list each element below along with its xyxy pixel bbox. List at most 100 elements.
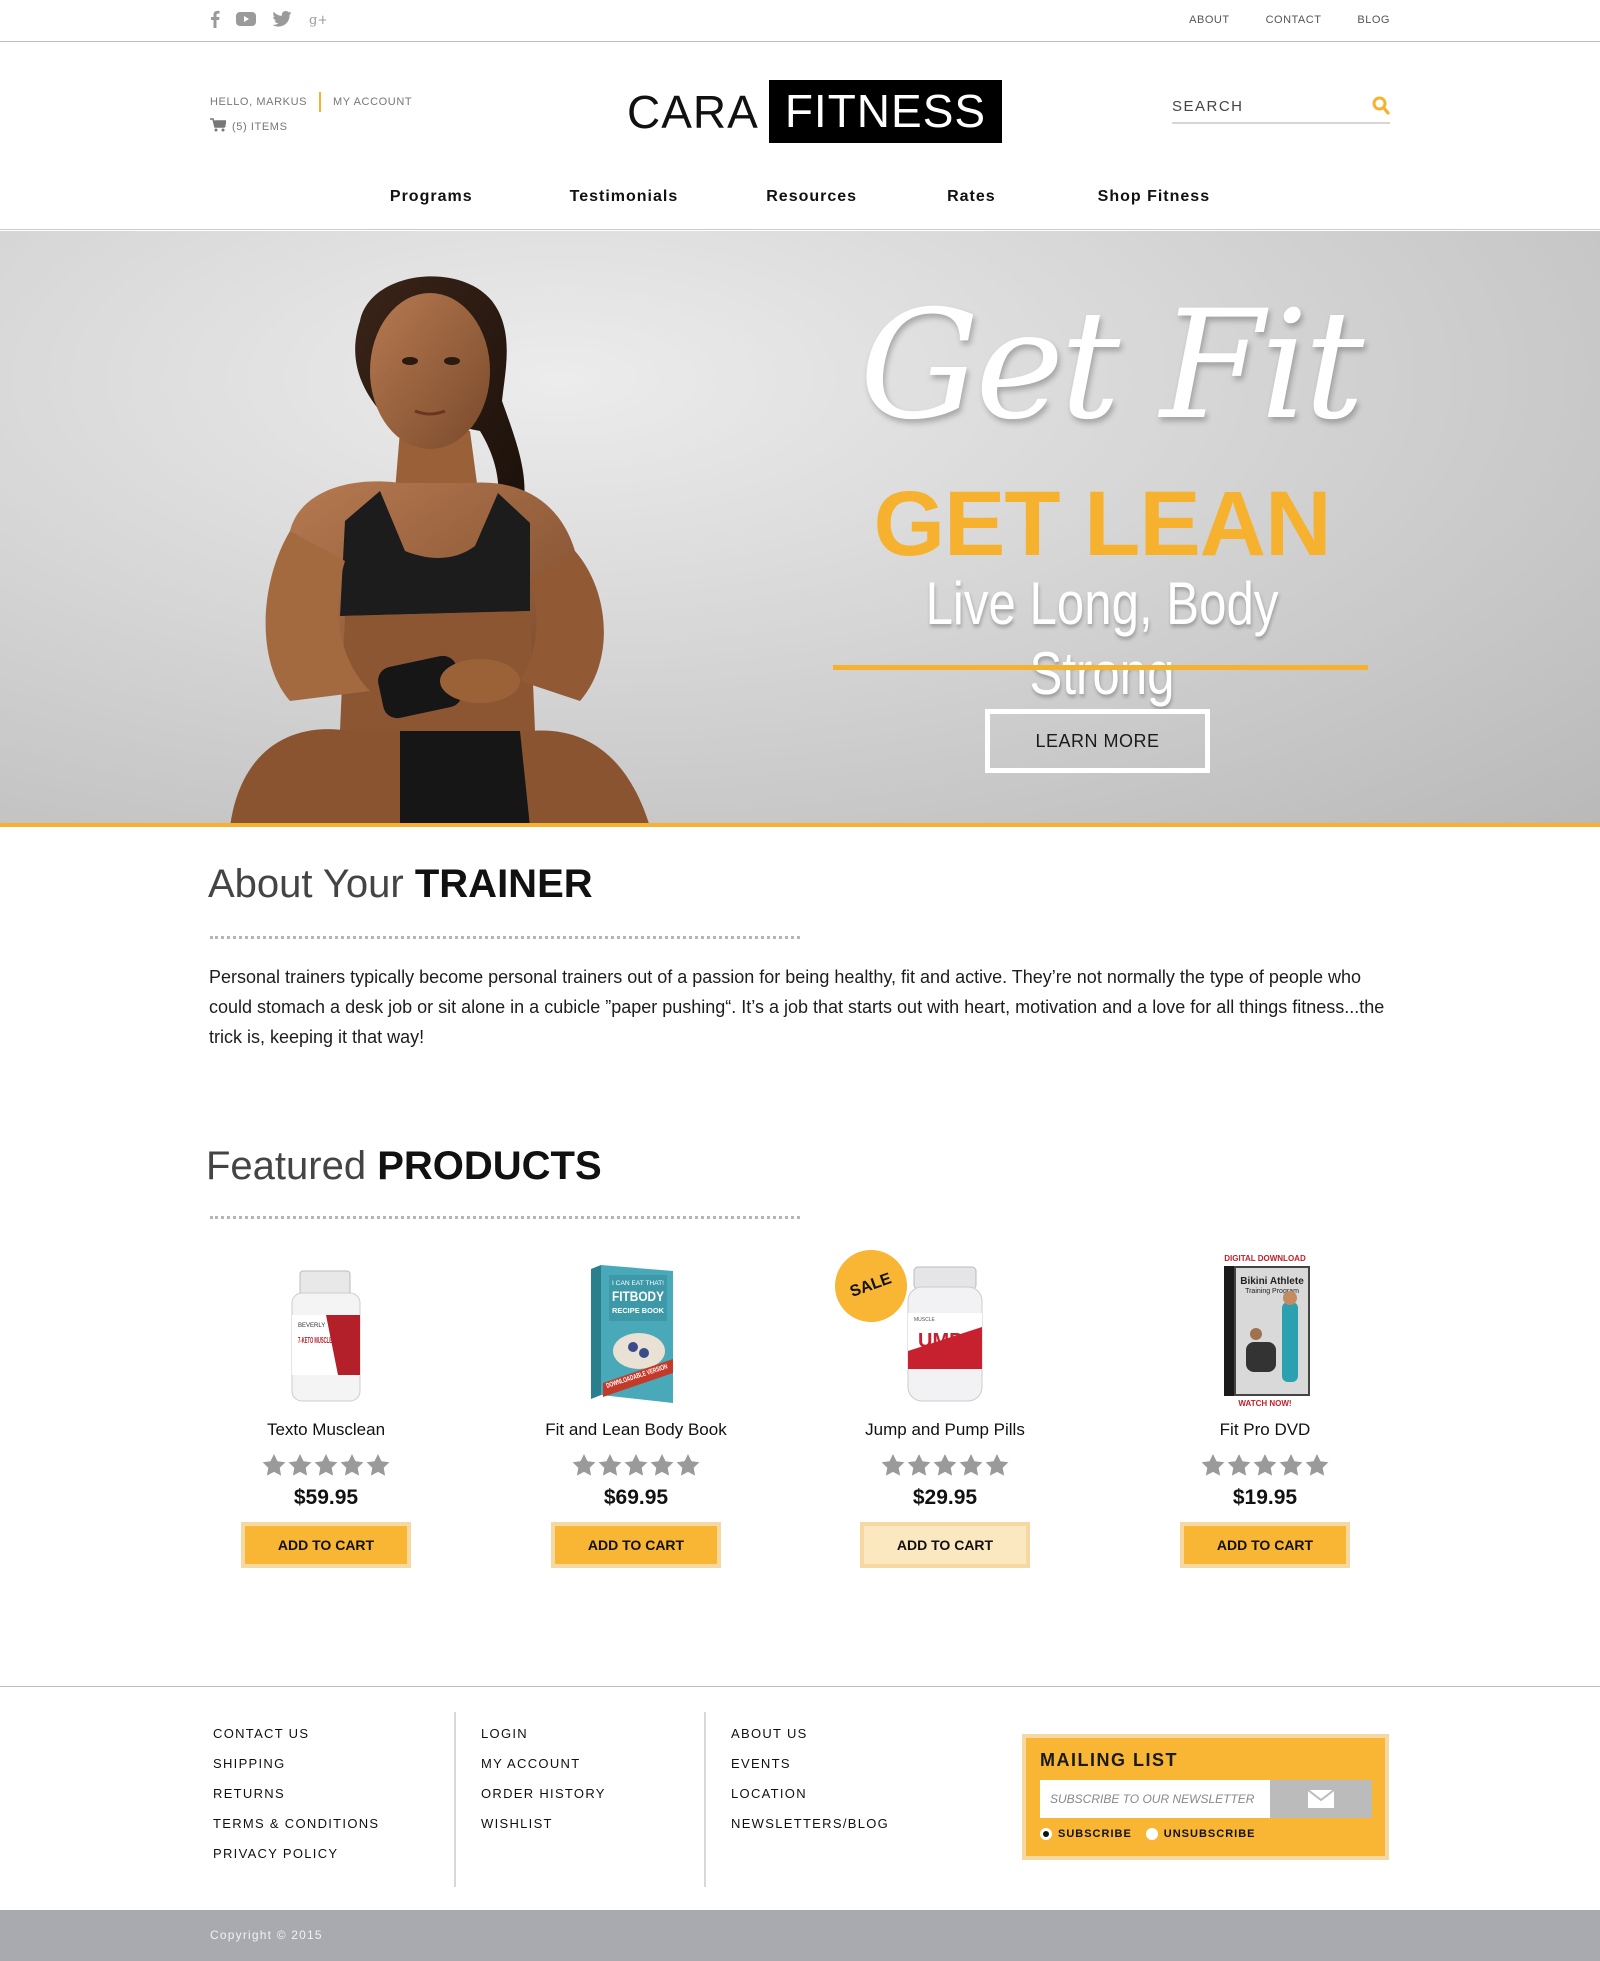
subscribe-label[interactable]: SUBSCRIBE bbox=[1058, 1828, 1132, 1840]
about-divider bbox=[210, 936, 800, 939]
footer-link-returns[interactable]: RETURNS bbox=[213, 1786, 379, 1816]
footer-link-about-us[interactable]: ABOUT US bbox=[731, 1726, 889, 1756]
twitter-icon[interactable] bbox=[272, 11, 292, 27]
star-icon bbox=[959, 1454, 983, 1476]
svg-text:MUSCLE: MUSCLE bbox=[914, 1317, 936, 1323]
subscribe-radio[interactable] bbox=[1040, 1828, 1052, 1840]
learn-more-button[interactable]: LEARN MORE bbox=[985, 709, 1210, 773]
star-icon bbox=[676, 1454, 700, 1476]
logo-text-fitness: FITNESS bbox=[768, 80, 1003, 143]
google-plus-icon[interactable]: g+ bbox=[308, 10, 326, 28]
bottle-label: 7-KETO MUSCLEAN bbox=[298, 1336, 338, 1345]
top-link-blog[interactable]: BLOG bbox=[1357, 14, 1390, 26]
footer-link-order-history[interactable]: ORDER HISTORY bbox=[481, 1786, 606, 1816]
top-links: ABOUT CONTACT BLOG bbox=[1189, 14, 1390, 26]
footer-link-privacy[interactable]: PRIVACY POLICY bbox=[213, 1846, 379, 1876]
footer-link-wishlist[interactable]: WISHLIST bbox=[481, 1816, 606, 1846]
search-box bbox=[1172, 92, 1390, 124]
star-icon bbox=[1305, 1454, 1329, 1476]
about-title-bold: TRAINER bbox=[414, 862, 593, 906]
product-image[interactable]: SALE MUSCLE UMP bbox=[815, 1239, 1075, 1410]
social-links: g+ bbox=[210, 10, 326, 28]
supplement-tub: MUSCLE UMP bbox=[907, 1266, 983, 1402]
product-image[interactable]: DIGITAL DOWNLOAD Bikini Athlete Training… bbox=[1135, 1250, 1395, 1410]
unsubscribe-radio[interactable] bbox=[1145, 1828, 1158, 1840]
subscription-options: SUBSCRIBE UNSUBSCRIBE bbox=[1040, 1828, 1255, 1840]
youtube-icon[interactable] bbox=[236, 12, 256, 26]
product-name[interactable]: Texto Musclean bbox=[196, 1420, 456, 1444]
footer-link-location[interactable]: LOCATION bbox=[731, 1786, 889, 1816]
product-card: I CAN EAT THAT! FITBODY RECIPE BOOK DOWN… bbox=[506, 1250, 766, 1568]
nav-testimonials[interactable]: Testimonials bbox=[570, 188, 679, 229]
greeting: HELLO, MARKUS bbox=[210, 96, 308, 108]
star-icon bbox=[985, 1454, 1009, 1476]
book-subtitle: RECIPE BOOK bbox=[612, 1308, 664, 1315]
cart-link[interactable]: (5) ITEMS bbox=[210, 118, 412, 135]
book-kicker: I CAN EAT THAT! bbox=[612, 1281, 664, 1287]
footer-link-events[interactable]: EVENTS bbox=[731, 1756, 889, 1786]
star-icon bbox=[881, 1454, 905, 1476]
product-name[interactable]: Fit Pro DVD bbox=[1135, 1420, 1395, 1444]
top-link-about[interactable]: ABOUT bbox=[1189, 14, 1229, 26]
dvd-footer: WATCH NOW! bbox=[1238, 1399, 1291, 1408]
footer-link-newsletters-blog[interactable]: NEWSLETTERS/BLOG bbox=[731, 1816, 889, 1846]
add-to-cart-button[interactable]: ADD TO CART bbox=[241, 1522, 411, 1568]
footer-separator bbox=[454, 1712, 456, 1887]
star-icon bbox=[340, 1454, 364, 1476]
newsletter-submit-button[interactable] bbox=[1270, 1780, 1372, 1818]
footer-link-my-account[interactable]: MY ACCOUNT bbox=[481, 1756, 606, 1786]
dvd-case: DIGITAL DOWNLOAD Bikini Athlete Training… bbox=[1224, 1254, 1310, 1408]
product-price: $59.95 bbox=[293, 1486, 359, 1509]
star-icon bbox=[624, 1454, 648, 1476]
add-to-cart-button[interactable]: ADD TO CART bbox=[1180, 1522, 1350, 1568]
product-card: SALE MUSCLE UMP Jump and Pump Pills $29.… bbox=[815, 1239, 1075, 1568]
main-nav: Programs Testimonials Resources Rates Sh… bbox=[0, 180, 1600, 230]
product-image[interactable]: I CAN EAT THAT! FITBODY RECIPE BOOK DOWN… bbox=[506, 1250, 766, 1410]
footer-column-2: LOGIN MY ACCOUNT ORDER HISTORY WISHLIST bbox=[481, 1726, 606, 1846]
mailing-list-box: MAILING LIST SUBSCRIBE UNSUBSCRIBE bbox=[1022, 1734, 1389, 1860]
dvd-title: Bikini Athlete bbox=[1240, 1276, 1304, 1287]
product-card: DIGITAL DOWNLOAD Bikini Athlete Training… bbox=[1135, 1250, 1395, 1568]
products-title-light: Featured bbox=[206, 1144, 378, 1188]
product-price: $29.95 bbox=[912, 1486, 978, 1509]
copyright-bar: Copyright © 2015 bbox=[0, 1910, 1600, 1961]
star-icon bbox=[1227, 1454, 1251, 1476]
recipe-book: I CAN EAT THAT! FITBODY RECIPE BOOK DOWN… bbox=[591, 1265, 673, 1403]
footer-link-terms[interactable]: TERMS & CONDITIONS bbox=[213, 1816, 379, 1846]
product-name[interactable]: Jump and Pump Pills bbox=[815, 1420, 1075, 1444]
facebook-icon[interactable] bbox=[210, 10, 220, 28]
envelope-icon bbox=[1308, 1790, 1334, 1808]
star-icon bbox=[650, 1454, 674, 1476]
add-to-cart-button[interactable]: ADD TO CART bbox=[860, 1522, 1030, 1568]
product-card: BEVERLY 7-KETO MUSCLEAN Texto Musclean $… bbox=[196, 1250, 456, 1568]
star-icon bbox=[907, 1454, 931, 1476]
nav-shop-fitness[interactable]: Shop Fitness bbox=[1098, 188, 1210, 229]
product-image[interactable]: BEVERLY 7-KETO MUSCLEAN bbox=[196, 1250, 456, 1410]
about-title: About Your TRAINER bbox=[208, 862, 593, 907]
star-icon bbox=[598, 1454, 622, 1476]
book-title: FITBODY bbox=[612, 1288, 665, 1304]
search-input[interactable] bbox=[1172, 92, 1352, 120]
products-divider bbox=[210, 1216, 800, 1219]
footer-link-shipping[interactable]: SHIPPING bbox=[213, 1756, 379, 1786]
top-link-contact[interactable]: CONTACT bbox=[1266, 14, 1322, 26]
footer-separator bbox=[704, 1712, 706, 1887]
nav-programs[interactable]: Programs bbox=[390, 188, 473, 229]
site-logo[interactable]: CARA FITNESS bbox=[627, 80, 1003, 143]
star-icon bbox=[1201, 1454, 1225, 1476]
cart-icon bbox=[210, 118, 228, 135]
product-rating bbox=[196, 1454, 456, 1476]
product-rating bbox=[1135, 1454, 1395, 1476]
my-account-link[interactable]: MY ACCOUNT bbox=[333, 96, 412, 108]
product-name[interactable]: Fit and Lean Body Book bbox=[506, 1420, 766, 1444]
search-icon[interactable] bbox=[1372, 96, 1390, 121]
add-to-cart-button[interactable]: ADD TO CART bbox=[551, 1522, 721, 1568]
unsubscribe-label[interactable]: UNSUBSCRIBE bbox=[1164, 1828, 1256, 1840]
footer-link-login[interactable]: LOGIN bbox=[481, 1726, 606, 1756]
nav-rates[interactable]: Rates bbox=[947, 188, 996, 229]
footer-column-1: CONTACT US SHIPPING RETURNS TERMS & COND… bbox=[213, 1726, 379, 1876]
newsletter-email-input[interactable] bbox=[1040, 1780, 1270, 1818]
products-title-bold: PRODUCTS bbox=[377, 1144, 602, 1188]
nav-resources[interactable]: Resources bbox=[766, 188, 857, 229]
footer-link-contact-us[interactable]: CONTACT US bbox=[213, 1726, 379, 1756]
